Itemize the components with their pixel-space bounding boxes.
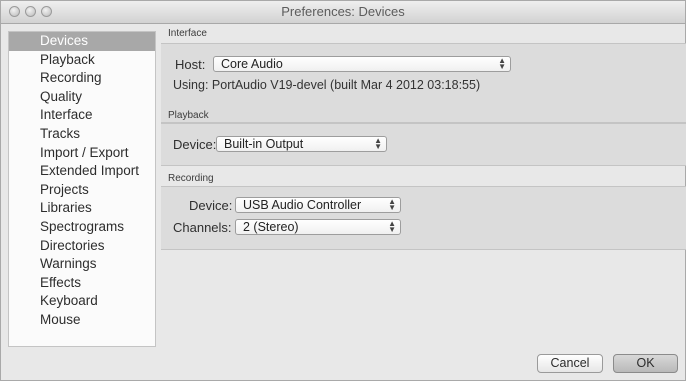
playback-device-popup[interactable]: Built-in Output ▲ ▼: [216, 136, 387, 152]
host-popup-value: Core Audio: [221, 57, 283, 71]
recording-device-label: Device:: [189, 198, 233, 213]
playback-device-label: Device:: [173, 137, 217, 152]
host-label: Host:: [175, 57, 206, 72]
up-down-arrows-icon: ▲ ▼: [498, 56, 506, 71]
preferences-window: Preferences: Devices Devices Playback Re…: [0, 0, 686, 381]
sidebar-item-projects[interactable]: Projects: [9, 181, 155, 200]
recording-group-title: Recording: [168, 173, 214, 184]
sidebar-item-extended-import[interactable]: Extended Import: [9, 162, 155, 181]
up-down-arrows-icon: ▲ ▼: [374, 136, 382, 151]
sidebar-item-interface[interactable]: Interface: [9, 106, 155, 125]
recording-device-popup[interactable]: USB Audio Controller ▲ ▼: [235, 197, 401, 213]
sidebar-item-import-export[interactable]: Import / Export: [9, 144, 155, 163]
portaudio-version-text: Using: PortAudio V19-devel (built Mar 4 …: [173, 78, 481, 92]
sidebar-item-libraries[interactable]: Libraries: [9, 199, 155, 218]
channels-label: Channels:: [173, 220, 232, 235]
sidebar-item-recording[interactable]: Recording: [9, 69, 155, 88]
sidebar-item-mouse[interactable]: Mouse: [9, 311, 155, 330]
host-row: Host:: [175, 57, 205, 72]
interface-group-title: Interface: [168, 28, 207, 39]
channels-row: Channels:: [173, 220, 232, 235]
sidebar-item-tracks[interactable]: Tracks: [9, 125, 155, 144]
preferences-category-list[interactable]: Devices Playback Recording Quality Inter…: [8, 31, 156, 347]
sidebar-item-playback[interactable]: Playback: [9, 51, 155, 70]
sidebar-item-spectrograms[interactable]: Spectrograms: [9, 218, 155, 237]
sidebar-item-effects[interactable]: Effects: [9, 274, 155, 293]
sidebar-item-keyboard[interactable]: Keyboard: [9, 292, 155, 311]
recording-device-row: Device:: [189, 198, 232, 213]
window-title: Preferences: Devices: [281, 4, 405, 19]
sidebar-item-devices[interactable]: Devices: [9, 32, 155, 51]
sidebar-item-warnings[interactable]: Warnings: [9, 255, 155, 274]
channels-value: 2 (Stereo): [243, 220, 299, 234]
playback-group-title: Playback: [168, 110, 209, 121]
up-down-arrows-icon: ▲ ▼: [388, 219, 396, 234]
ok-button[interactable]: OK: [613, 354, 678, 373]
recording-device-value: USB Audio Controller: [243, 198, 362, 212]
sidebar-item-directories[interactable]: Directories: [9, 237, 155, 256]
sidebar-item-quality[interactable]: Quality: [9, 88, 155, 107]
title-bar: Preferences: Devices: [1, 1, 685, 24]
up-down-arrows-icon: ▲ ▼: [388, 197, 396, 212]
playback-device-value: Built-in Output: [224, 137, 304, 151]
host-popup[interactable]: Core Audio ▲ ▼: [213, 56, 511, 72]
recording-group: [161, 186, 686, 250]
cancel-button[interactable]: Cancel: [537, 354, 603, 373]
channels-popup[interactable]: 2 (Stereo) ▲ ▼: [235, 219, 401, 235]
playback-device-row: Device:: [173, 137, 216, 152]
